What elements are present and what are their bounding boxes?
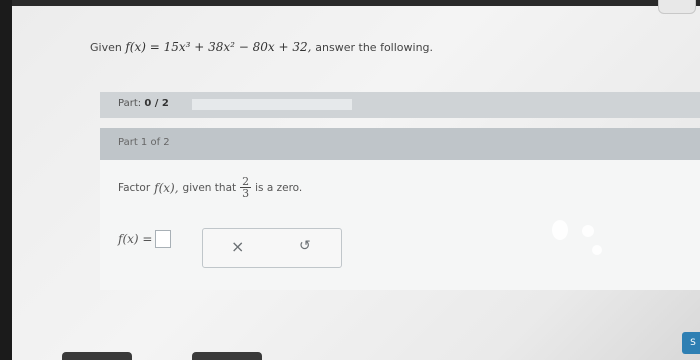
problem-function-text: f(x) = 15x³ + 38x² − 80x + 32, <box>125 40 312 54</box>
answer-row: f(x) = <box>118 230 172 248</box>
zero-denominator: 3 <box>242 187 250 200</box>
problem-function: f(x) = 15x³ + 38x² − 80x + 32, <box>125 40 315 54</box>
screen-glare <box>552 220 568 240</box>
problem-statement: Given f(x) = 15x³ + 38x² − 80x + 32, ans… <box>90 40 433 54</box>
subpart-label: Part 1 of 2 <box>118 137 170 148</box>
problem-prefix: Given <box>90 41 122 54</box>
corner-button[interactable]: S <box>682 332 700 354</box>
clear-icon[interactable]: × <box>231 237 244 256</box>
bottom-tab[interactable] <box>62 352 132 360</box>
answer-tools-panel: × ↺ <box>202 228 342 268</box>
question-text-after: is a zero. <box>255 181 303 194</box>
part-label-text: Part: <box>118 98 142 109</box>
question-function: f(x), <box>154 180 179 195</box>
part-progress-bar: Part: 0 / 2 <box>100 92 700 118</box>
answer-prefix: f(x) = <box>118 232 153 246</box>
progress-track <box>192 99 352 110</box>
zero-fraction: 2 3 <box>240 176 252 200</box>
question-text-before: Factor <box>118 181 151 194</box>
top-strip <box>12 0 700 6</box>
part-label: Part: 0 / 2 <box>118 98 169 109</box>
undo-icon[interactable]: ↺ <box>299 238 311 254</box>
screen-glare <box>582 225 594 237</box>
screen-glare <box>592 245 602 255</box>
question-text-mid: given that <box>182 181 237 194</box>
question-instruction: Factor f(x), given that 2 3 is a zero. <box>118 176 302 199</box>
bottom-tab[interactable] <box>192 352 262 360</box>
subpart-header: Part 1 of 2 <box>100 128 700 160</box>
answer-input[interactable] <box>155 230 172 248</box>
part-progress-text: 0 / 2 <box>144 98 169 109</box>
top-right-button[interactable] <box>658 0 696 14</box>
screen: Given f(x) = 15x³ + 38x² − 80x + 32, ans… <box>12 0 700 360</box>
problem-suffix: answer the following. <box>315 41 434 54</box>
question-area: Factor f(x), given that 2 3 is a zero. f… <box>100 160 700 290</box>
